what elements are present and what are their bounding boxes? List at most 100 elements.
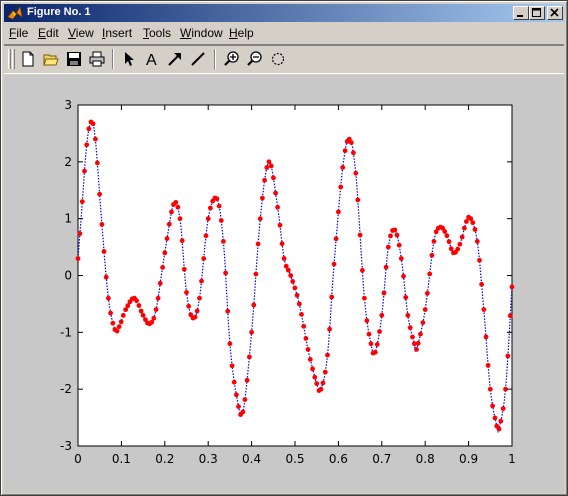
toolbar-grip-2[interactable] [12, 49, 15, 69]
data-point [338, 184, 344, 190]
data-point [268, 163, 274, 169]
new-file-icon [22, 51, 34, 67]
matlab-logo-icon [7, 6, 23, 20]
data-point [427, 271, 433, 277]
data-point [372, 349, 378, 355]
insert-text-button[interactable]: A [141, 49, 163, 70]
data-point [483, 334, 489, 340]
menu-tools[interactable]: Tools [143, 26, 171, 40]
minimize-icon [517, 15, 523, 17]
data-point [169, 209, 174, 215]
title-bar[interactable]: Figure No. 1 [4, 4, 564, 22]
y-tick-label: 1 [64, 212, 72, 226]
data-point [114, 328, 120, 334]
toolbar-grip[interactable] [8, 49, 11, 69]
edit-plot-button[interactable] [118, 49, 140, 70]
data-point [192, 314, 198, 320]
figure-canvas[interactable]: 0 0.1 0.2 0.3 0.4 0.5 0.6 0.7 0.8 0.9 1 3 2 1 0 -1 -2 -3 [4, 75, 564, 493]
data-point [234, 392, 239, 398]
data-point [303, 336, 309, 341]
data-point [422, 307, 428, 312]
data-point [201, 256, 207, 261]
data-point [260, 195, 265, 201]
data-point [262, 177, 267, 183]
menu-view-mnemonic: V [68, 26, 76, 40]
data-point [227, 341, 233, 347]
data-point [388, 233, 393, 239]
data-point [310, 366, 315, 372]
data-point [186, 303, 192, 309]
insert-line-button[interactable] [187, 49, 209, 70]
open-file-button[interactable] [40, 49, 62, 70]
data-point [299, 312, 304, 317]
window-title: Figure No. 1 [27, 6, 91, 18]
data-point [351, 150, 356, 156]
data-point [264, 165, 270, 170]
y-tick-label: -3 [60, 439, 72, 453]
data-point [364, 318, 370, 324]
toolbar-separator [112, 49, 114, 69]
data-point [273, 190, 278, 196]
maximize-icon [532, 8, 541, 17]
menu-view[interactable]: View [68, 26, 94, 40]
data-point [290, 279, 296, 284]
data-point [474, 239, 480, 244]
y-tick-label: 0 [64, 269, 72, 283]
data-point [307, 357, 313, 362]
menu-edit[interactable]: Edit [38, 26, 59, 40]
menu-insert-label: nsert [105, 26, 133, 40]
data-point [253, 271, 259, 277]
x-tick-label: 0.5 [285, 452, 304, 466]
zoom-in-button[interactable] [221, 49, 243, 70]
print-button[interactable] [86, 49, 108, 70]
menu-help-mnemonic: H [229, 26, 238, 40]
rotate-3d-button[interactable] [267, 49, 289, 70]
menu-window[interactable]: Window [180, 26, 223, 40]
data-point [448, 246, 454, 252]
data-point [487, 386, 493, 392]
data-point [90, 121, 96, 127]
axes-background[interactable] [77, 104, 513, 447]
x-tick-label: 0.7 [372, 452, 391, 466]
data-point [457, 241, 463, 247]
minimize-button[interactable] [513, 6, 529, 20]
menu-help[interactable]: Help [229, 26, 254, 40]
close-button[interactable] [547, 6, 563, 20]
data-point [249, 329, 255, 335]
insert-arrow-button[interactable] [164, 49, 186, 70]
data-point [394, 232, 400, 238]
data-point [362, 295, 367, 301]
data-point [407, 325, 413, 331]
toolbar-separator-2 [214, 49, 216, 69]
y-tick-label: -1 [60, 325, 72, 339]
data-point [242, 397, 248, 402]
data-point [470, 220, 476, 226]
data-point [153, 307, 159, 312]
data-point [84, 142, 90, 148]
figure-window: Figure No. 1 File Edit View Insert Tools… [0, 0, 568, 496]
maximize-button[interactable] [529, 6, 545, 20]
data-point [415, 340, 421, 346]
data-point [134, 298, 140, 304]
plot-svg[interactable]: 0 0.1 0.2 0.3 0.4 0.5 0.6 0.7 0.8 0.9 1 3 2 1 0 -1 -2 -3 [4, 75, 564, 493]
new-figure-button[interactable] [17, 49, 39, 70]
data-point [340, 165, 346, 170]
data-point [444, 233, 450, 239]
data-point [236, 404, 241, 409]
data-point [498, 418, 504, 424]
data-point [110, 320, 116, 326]
data-point [414, 347, 419, 352]
data-point [325, 352, 330, 358]
data-point [285, 267, 291, 273]
data-point [479, 281, 484, 287]
figure-toolbar: A [4, 44, 564, 74]
y-tick-label: 2 [64, 155, 72, 169]
data-point [203, 233, 209, 239]
x-tick-label: 0.4 [242, 452, 261, 466]
menu-file-label: ile [16, 26, 29, 40]
data-point [366, 331, 372, 337]
save-button[interactable] [63, 49, 85, 70]
menu-file[interactable]: File [9, 26, 28, 40]
menu-insert[interactable]: Insert [102, 26, 132, 40]
zoom-out-button[interactable] [244, 49, 266, 70]
